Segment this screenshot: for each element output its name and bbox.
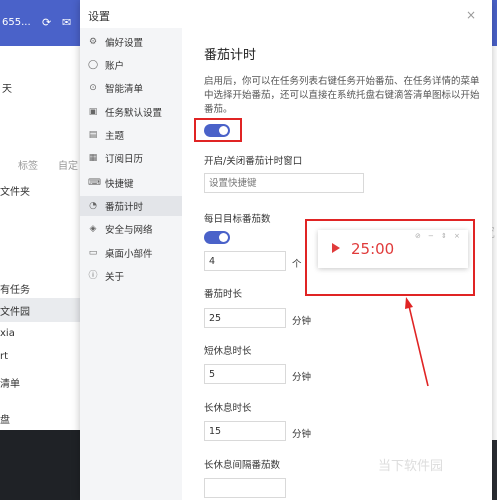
annotation-arrow <box>405 297 429 387</box>
watermark-text: 当下软件园 <box>378 459 444 474</box>
